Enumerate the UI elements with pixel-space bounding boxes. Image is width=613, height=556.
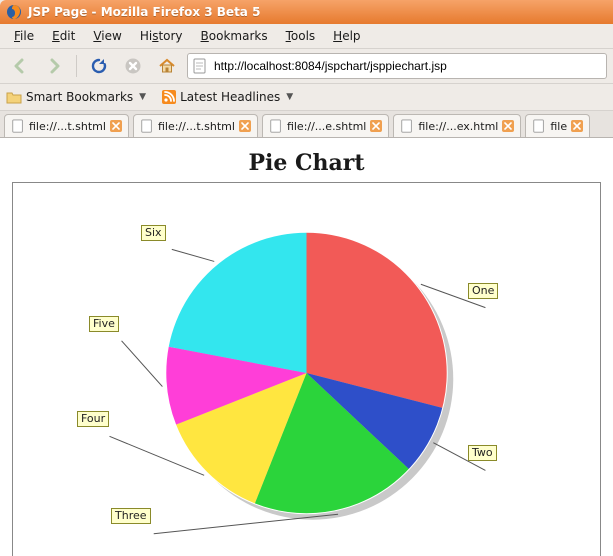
- back-button[interactable]: [6, 52, 34, 80]
- tab-close-button[interactable]: [110, 120, 122, 132]
- page-icon: [140, 119, 154, 133]
- page-icon: [400, 119, 414, 133]
- slice-label-two: Two: [468, 445, 497, 461]
- toolbar-separator: [76, 55, 77, 77]
- window-title: JSP Page - Mozilla Firefox 3 Beta 5: [28, 5, 260, 19]
- menu-view[interactable]: View: [85, 27, 129, 45]
- slice-label-one: One: [468, 283, 498, 299]
- smart-bookmarks-folder[interactable]: Smart Bookmarks ▼: [6, 90, 146, 104]
- url-bar[interactable]: [187, 53, 607, 79]
- chevron-down-icon: ▼: [286, 92, 293, 102]
- page-content: Pie Chart One Two Three Four Five Six One Two T…: [0, 138, 613, 556]
- page-icon: [11, 119, 25, 133]
- nav-toolbar: [0, 49, 613, 84]
- titlebar: JSP Page - Mozilla Firefox 3 Beta 5: [0, 0, 613, 24]
- tab-strip: file://...t.shtml file://...t.shtml file:/…: [0, 111, 613, 138]
- tab-0[interactable]: file://...t.shtml: [4, 114, 129, 137]
- bookmarks-toolbar: Smart Bookmarks ▼ Latest Headlines ▼: [0, 84, 613, 111]
- tab-2[interactable]: file://...e.shtml: [262, 114, 389, 137]
- forward-button[interactable]: [40, 52, 68, 80]
- tab-label: file://...t.shtml: [29, 120, 106, 133]
- tab-4[interactable]: file: [525, 114, 590, 137]
- tab-1[interactable]: file://...t.shtml: [133, 114, 258, 137]
- menu-file[interactable]: File: [6, 27, 42, 45]
- firefox-icon: [6, 4, 22, 20]
- slice-label-five: Five: [89, 316, 119, 332]
- menu-help[interactable]: Help: [325, 27, 368, 45]
- tab-label: file://...t.shtml: [158, 120, 235, 133]
- menu-bookmarks[interactable]: Bookmarks: [193, 27, 276, 45]
- rss-icon: [162, 90, 176, 104]
- chart-frame: One Two Three Four Five Six: [12, 182, 601, 556]
- tab-close-button[interactable]: [502, 120, 514, 132]
- menu-history[interactable]: History: [132, 27, 191, 45]
- menu-tools[interactable]: Tools: [278, 27, 324, 45]
- menu-edit[interactable]: Edit: [44, 27, 83, 45]
- tab-close-button[interactable]: [239, 120, 251, 132]
- slice-label-three: Three: [111, 508, 151, 524]
- url-input[interactable]: [212, 58, 602, 74]
- page-icon: [269, 119, 283, 133]
- slice-label-four: Four: [77, 411, 109, 427]
- folder-icon: [6, 90, 22, 104]
- tab-close-button[interactable]: [370, 120, 382, 132]
- home-button[interactable]: [153, 52, 181, 80]
- page-icon: [192, 58, 208, 74]
- tab-label: file://...e.shtml: [287, 120, 366, 133]
- menubar: File Edit View History Bookmarks Tools H…: [0, 24, 613, 49]
- chevron-down-icon: ▼: [139, 92, 146, 102]
- tab-close-button[interactable]: [571, 120, 583, 132]
- pie-chart: [13, 183, 600, 556]
- latest-headlines-feed[interactable]: Latest Headlines ▼: [162, 90, 293, 104]
- tab-label: file://...ex.html: [418, 120, 498, 133]
- slice-label-six: Six: [141, 225, 166, 241]
- latest-headlines-label: Latest Headlines: [180, 90, 280, 104]
- reload-button[interactable]: [85, 52, 113, 80]
- smart-bookmarks-label: Smart Bookmarks: [26, 90, 133, 104]
- page-icon: [532, 119, 546, 133]
- tab-3[interactable]: file://...ex.html: [393, 114, 521, 137]
- firefox-window: JSP Page - Mozilla Firefox 3 Beta 5 File…: [0, 0, 613, 556]
- chart-title: Pie Chart: [12, 150, 601, 176]
- tab-label: file: [550, 120, 567, 133]
- stop-button[interactable]: [119, 52, 147, 80]
